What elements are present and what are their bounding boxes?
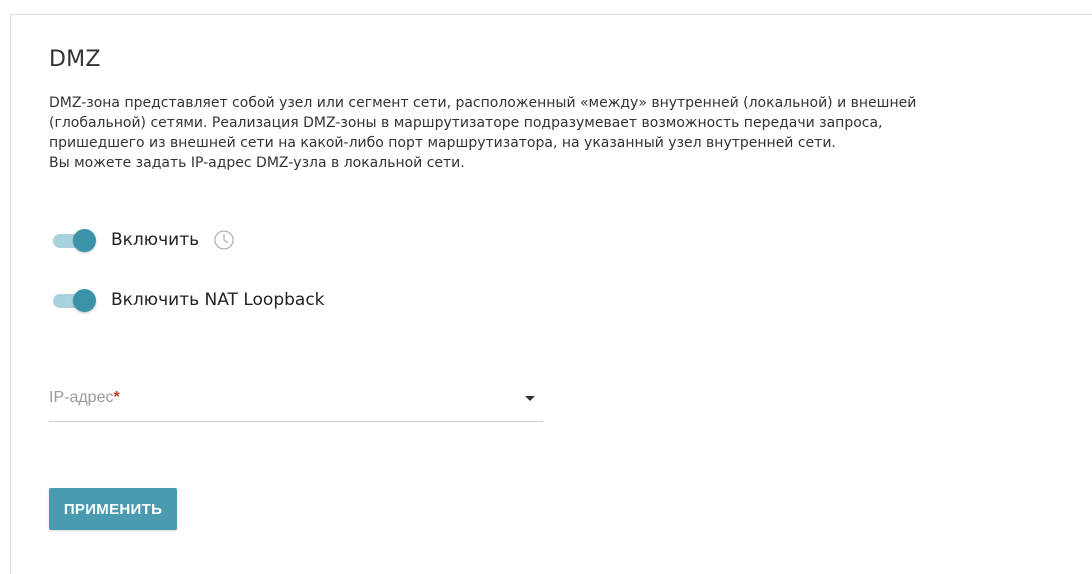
content-panel: DMZ DMZ-зона представляет собой узел или… (10, 14, 1092, 574)
enable-label: Включить (111, 230, 200, 250)
description-line: (глобальной) сетями. Реализация DMZ-зоны… (49, 115, 883, 131)
ip-address-label: IP-адрес* (49, 389, 120, 407)
required-mark: * (113, 389, 120, 406)
apply-button[interactable]: ПРИМЕНИТЬ (49, 488, 177, 530)
description-line: пришедшего из внешней сети на какой-либо… (49, 135, 836, 151)
page-description: DMZ-зона представляет собой узел или сег… (49, 93, 1049, 173)
toggle-knob (73, 229, 96, 252)
ip-address-label-text: IP-адрес (49, 389, 114, 406)
nat-loopback-label: Включить NAT Loopback (111, 290, 325, 310)
clock-icon[interactable] (213, 229, 235, 251)
description-line: DMZ-зона представляет собой узел или сег… (49, 95, 917, 111)
page-title: DMZ (49, 47, 101, 72)
nat-loopback-toggle[interactable] (51, 289, 97, 312)
enable-toggle[interactable] (51, 229, 97, 252)
chevron-down-icon (525, 396, 535, 401)
toggle-knob (73, 289, 96, 312)
ip-address-select[interactable]: IP-адрес* (49, 375, 543, 422)
enable-row: Включить (51, 225, 235, 255)
nat-loopback-row: Включить NAT Loopback (51, 285, 325, 315)
description-line: Вы можете задать IP-адрес DMZ-узла в лок… (49, 155, 465, 171)
